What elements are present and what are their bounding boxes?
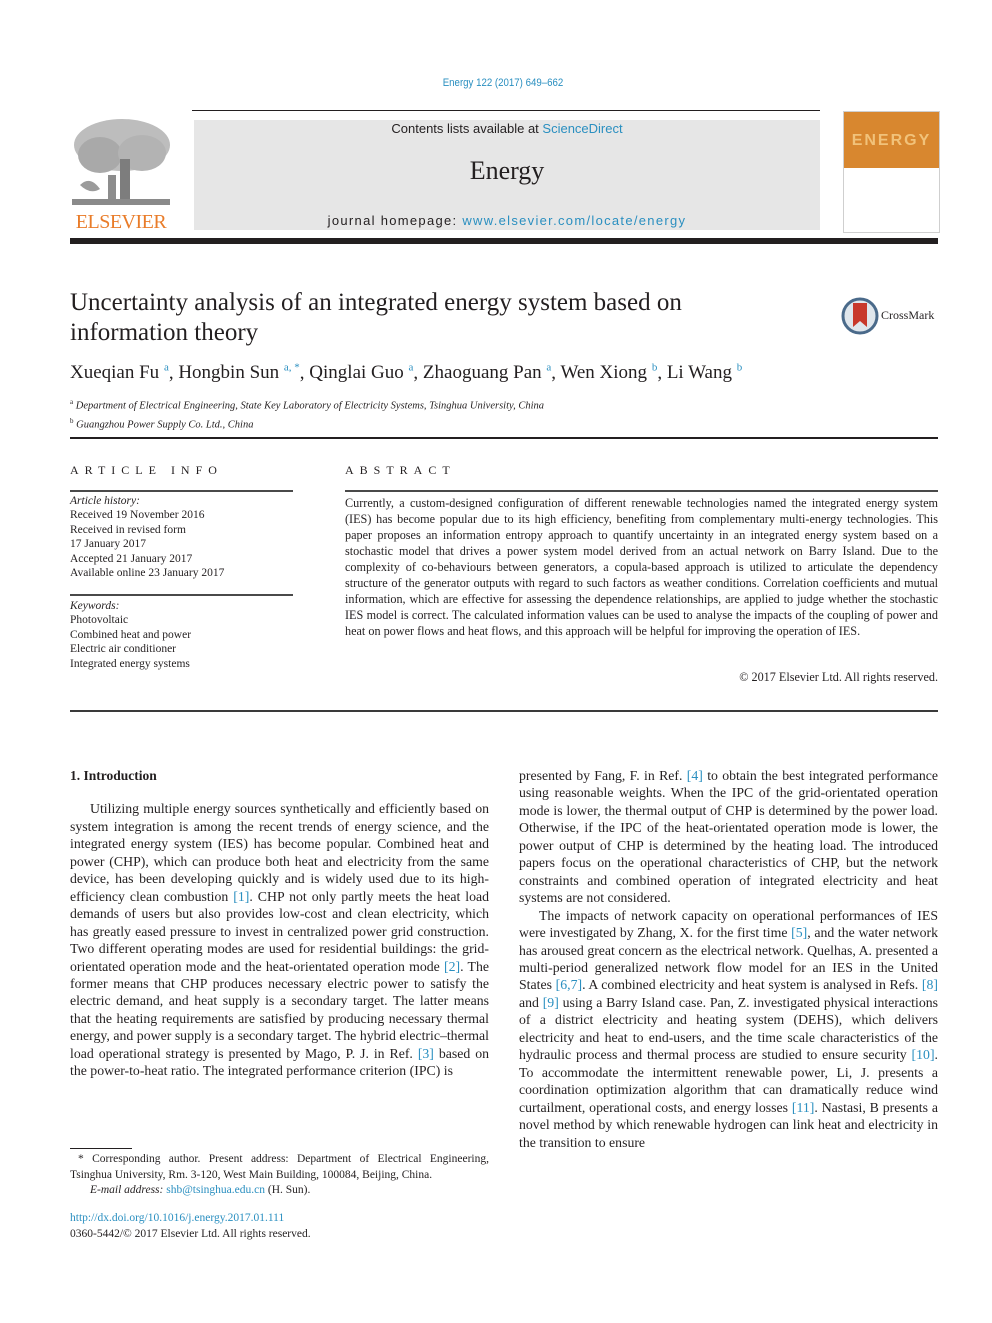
keyword: Electric air conditioner	[70, 643, 177, 656]
sciencedirect-link[interactable]: ScienceDirect	[542, 121, 622, 136]
header-top-rule	[192, 110, 820, 111]
corresponding-author-note: * Corresponding author. Present address:…	[70, 1153, 489, 1181]
abstract-copyright: © 2017 Elsevier Ltd. All rights reserved…	[739, 670, 938, 684]
keywords: Keywords: Photovoltaic Combined heat and…	[70, 599, 293, 671]
author[interactable]: Li Wang b	[667, 362, 742, 383]
history-item: Available online 23 January 2017	[70, 567, 225, 580]
journal-masthead: Contents lists available at ScienceDirec…	[194, 120, 820, 230]
body-column-left: 1. Introduction Utilizing multiple energ…	[70, 767, 489, 1080]
keyword: Integrated energy systems	[70, 657, 190, 670]
homepage-prefix: journal homepage:	[327, 213, 463, 228]
crossmark-button[interactable]: CrossMark	[841, 297, 941, 335]
contents-prefix: Contents lists available at	[391, 121, 543, 136]
reference-link[interactable]: [6,7]	[556, 977, 582, 992]
reference-link[interactable]: [1]	[233, 889, 249, 904]
keyword: Photovoltaic	[70, 614, 129, 627]
body-paragraph: presented by Fang, F. in Ref. [4] to obt…	[519, 768, 938, 906]
reference-link[interactable]: [3]	[418, 1046, 434, 1061]
reference-link[interactable]: [5]	[791, 925, 807, 940]
header-thick-rule	[70, 238, 938, 244]
affiliation: a Department of Electrical Engineering, …	[70, 398, 544, 412]
reference-link[interactable]: [4]	[687, 768, 703, 783]
article-history: Article history: Received 19 November 20…	[70, 494, 293, 580]
history-label: Article history:	[70, 495, 140, 507]
elsevier-tree-icon	[70, 115, 172, 211]
keyword: Combined heat and power	[70, 628, 192, 641]
reference-link[interactable]: [11]	[792, 1100, 814, 1115]
author[interactable]: Zhaoguang Pan a	[423, 362, 551, 383]
section-rule	[70, 437, 938, 439]
body-column-right: presented by Fang, F. in Ref. [4] to obt…	[519, 767, 938, 1151]
reference-link[interactable]: [10]	[912, 1047, 935, 1062]
abstract-text: Currently, a custom-designed configurati…	[345, 496, 938, 638]
email-line: E-mail address: shb@tsinghua.edu.cn (H. …	[90, 1184, 311, 1197]
history-item: Accepted 21 January 2017	[70, 552, 193, 565]
journal-cover-thumbnail[interactable]: ENERGY	[843, 111, 940, 233]
journal-homepage-line: journal homepage: www.elsevier.com/locat…	[194, 213, 820, 228]
email-link[interactable]: shb@tsinghua.edu.cn	[166, 1184, 265, 1196]
body-paragraph: Utilizing multiple energy sources synthe…	[70, 801, 490, 1079]
footnote: * Corresponding author. Present address:…	[70, 1152, 489, 1199]
footnote-rule	[70, 1148, 132, 1149]
author-list: Xueqian Fu a, Hongbin Sun a, *, Qinglai …	[70, 362, 743, 384]
keywords-label: Keywords:	[70, 600, 120, 612]
article-info-rule	[70, 490, 293, 492]
journal-homepage-link[interactable]: www.elsevier.com/locate/energy	[462, 213, 686, 228]
abstract-heading: ABSTRACT	[345, 463, 456, 477]
section-heading: 1. Introduction	[70, 768, 157, 783]
doi-link[interactable]: http://dx.doi.org/10.1016/j.energy.2017.…	[70, 1212, 284, 1224]
article-info-heading: ARTICLE INFO	[70, 463, 223, 477]
author[interactable]: Wen Xiong b	[560, 362, 657, 383]
crossmark-label: CrossMark	[881, 308, 935, 322]
affiliations: a Department of Electrical Engineering, …	[70, 395, 930, 432]
author[interactable]: Hongbin Sun a, *	[178, 362, 299, 383]
elsevier-logo[interactable]: ELSEVIER	[70, 115, 172, 233]
doi-block: http://dx.doi.org/10.1016/j.energy.2017.…	[70, 1211, 489, 1242]
author[interactable]: Qinglai Guo a	[309, 362, 413, 383]
reference-link[interactable]: [9]	[543, 995, 559, 1010]
history-item: Received in revised form	[70, 523, 186, 536]
abstract-rule	[345, 490, 938, 492]
crossmark-icon	[841, 297, 879, 335]
article-title: Uncertainty analysis of an integrated en…	[70, 289, 682, 346]
abstract-bottom-rule	[70, 710, 938, 712]
body-paragraph: The impacts of network capacity on opera…	[519, 907, 939, 1150]
issn-copyright: 0360-5442/© 2017 Elsevier Ltd. All right…	[70, 1227, 311, 1240]
history-item: 17 January 2017	[70, 538, 147, 551]
affiliation: b Guangzhou Power Supply Co. Ltd., China	[70, 416, 254, 431]
reference-link[interactable]: [2]	[444, 959, 460, 974]
contents-line: Contents lists available at ScienceDirec…	[194, 121, 820, 136]
keywords-rule	[70, 594, 293, 596]
cover-title: ENERGY	[851, 132, 932, 149]
journal-citation-link[interactable]: Energy 122 (2017) 649–662	[60, 77, 945, 89]
history-item: Received 19 November 2016	[70, 509, 205, 522]
elsevier-wordmark: ELSEVIER	[75, 211, 167, 233]
journal-name: Energy	[469, 156, 545, 185]
reference-link[interactable]: [8]	[922, 977, 938, 992]
author[interactable]: Xueqian Fu a	[70, 362, 169, 383]
